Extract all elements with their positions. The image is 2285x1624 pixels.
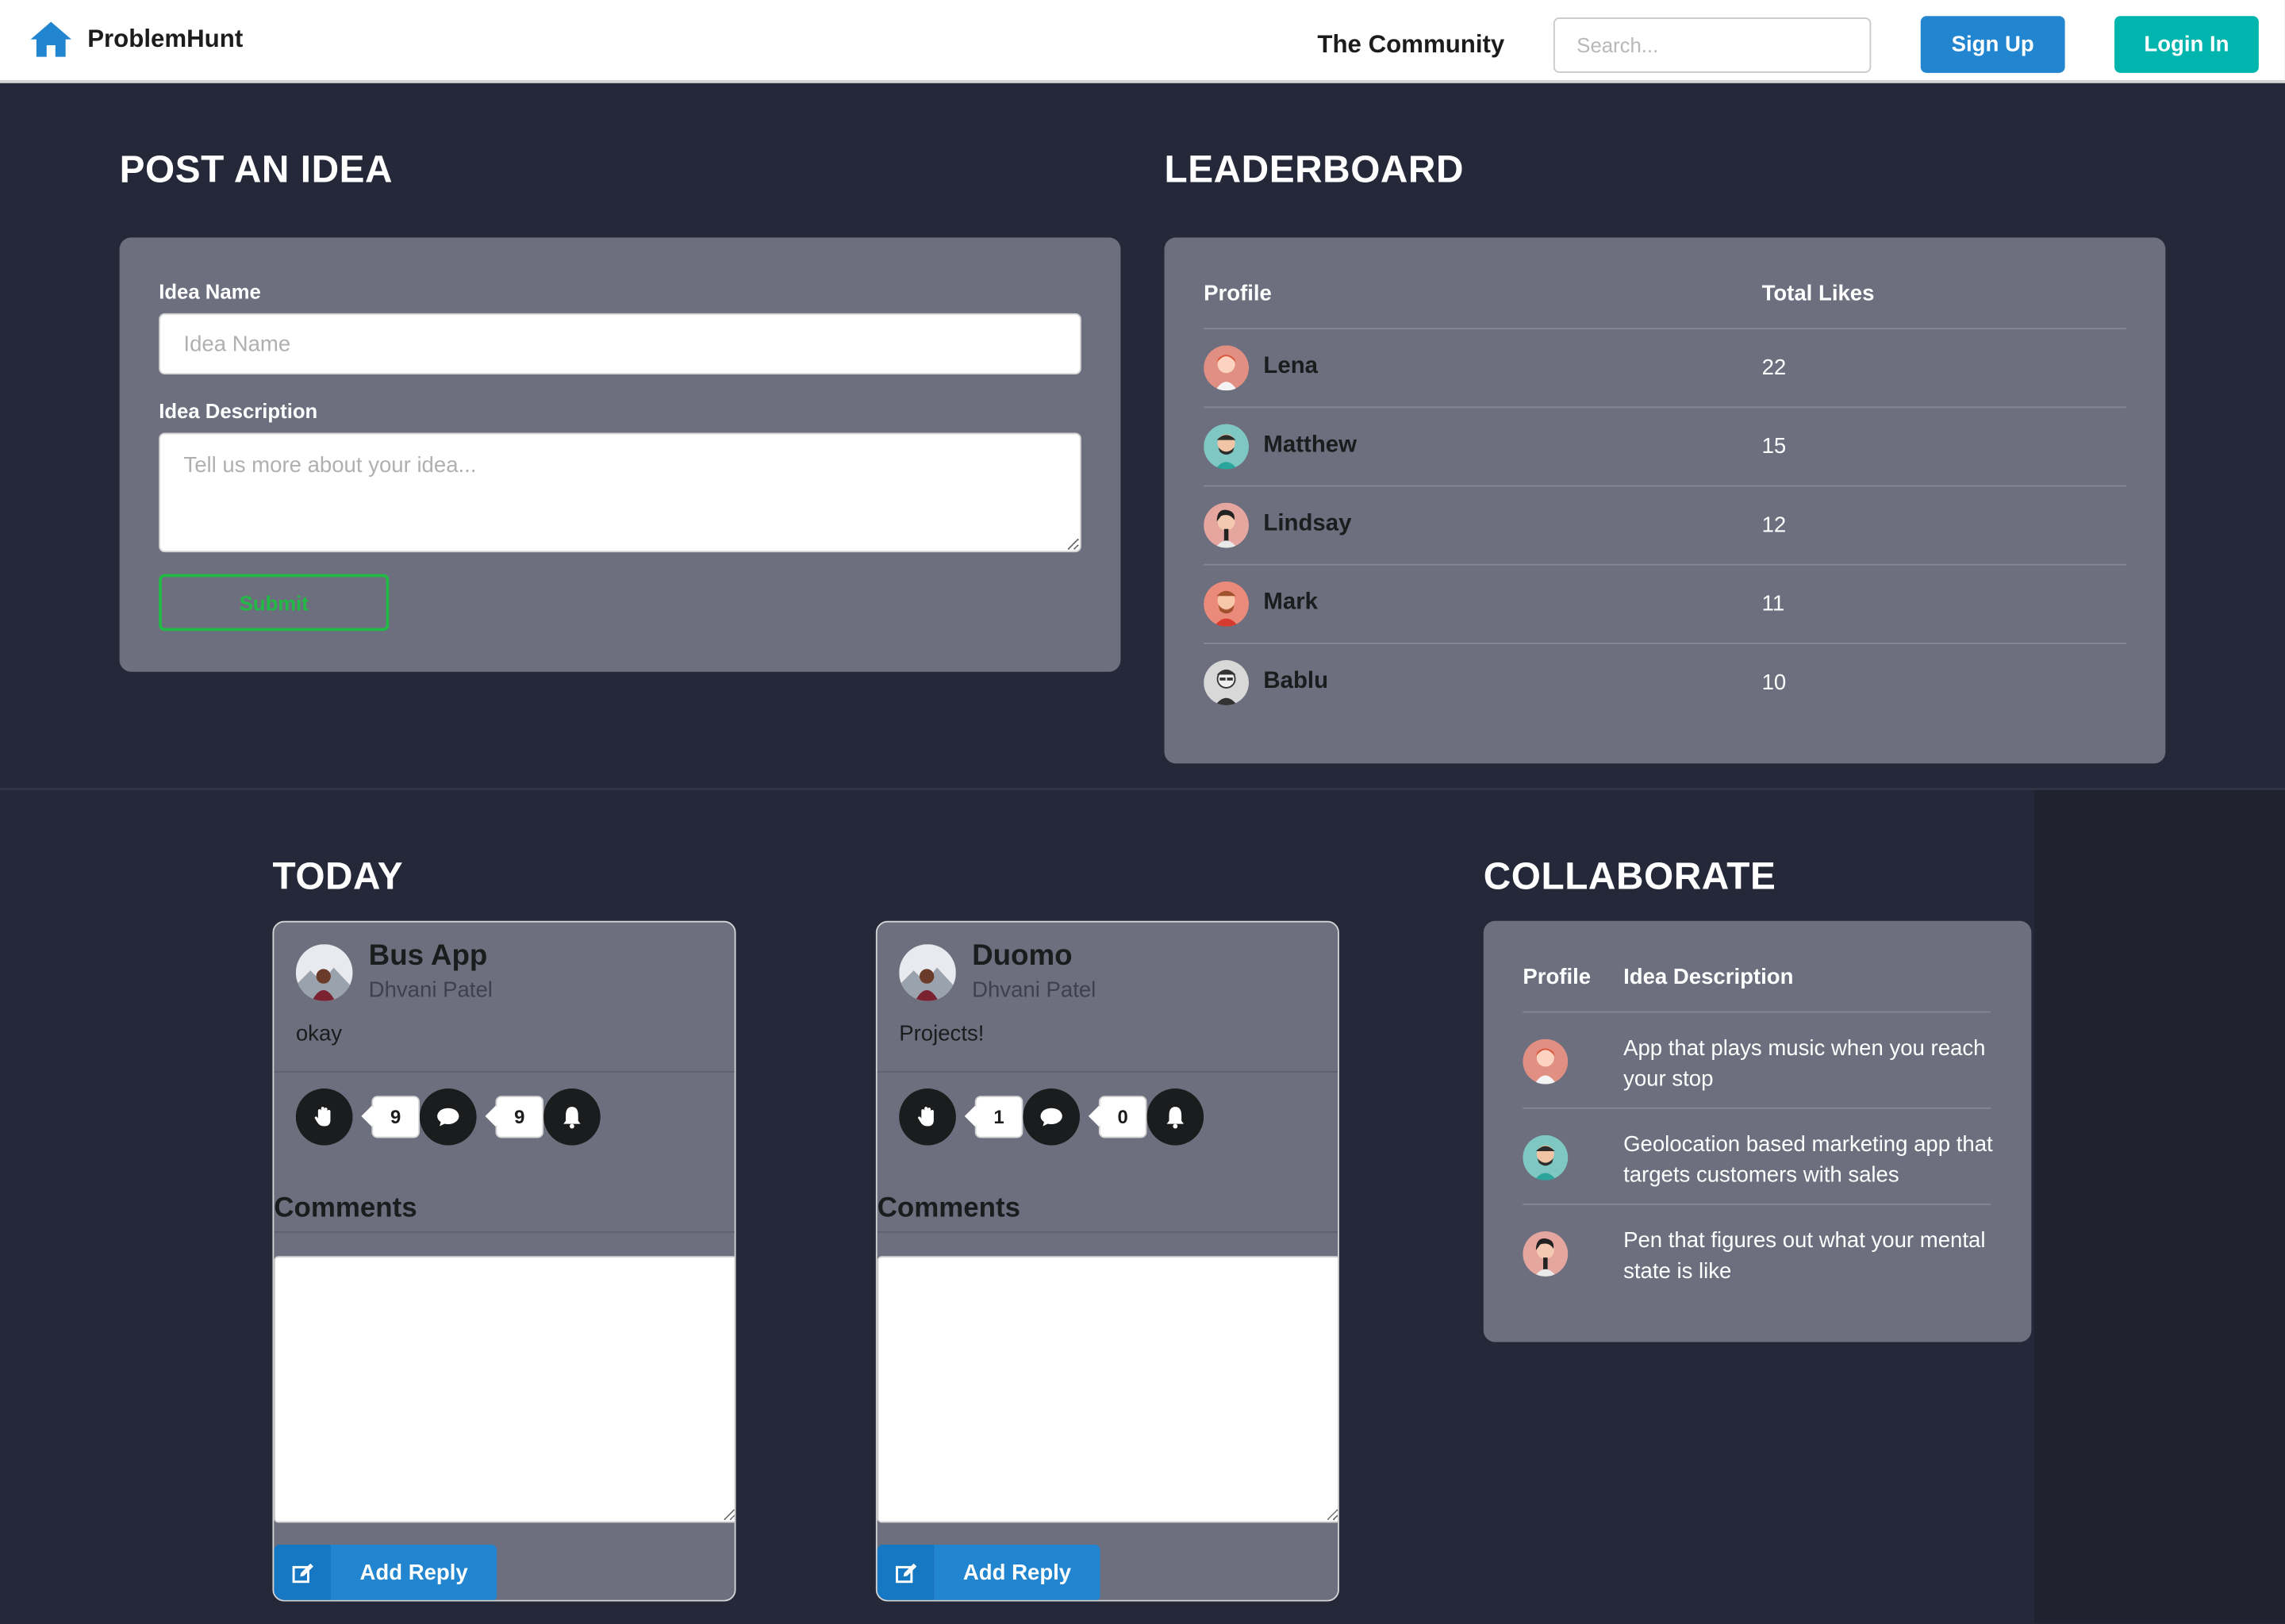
edit-icon (877, 1544, 935, 1600)
comment-textarea[interactable] (274, 1256, 735, 1523)
collaborate-row[interactable]: Geolocation based marketing app that tar… (1523, 1107, 1993, 1204)
idea-card: Duomo Dhvani Patel Projects! 1 0 Comment… (875, 920, 1339, 1602)
leaderboard-name[interactable]: Matthew (1263, 432, 1357, 459)
add-reply-label: Add Reply (330, 1544, 497, 1600)
comments-heading: Comments (877, 1193, 1021, 1224)
avatar (1204, 660, 1250, 705)
leaderboard-row: Bablu 10 (1204, 642, 2126, 721)
hand-icon (314, 1107, 331, 1127)
comment-icon (437, 1108, 459, 1127)
idea-name-input[interactable] (159, 313, 1081, 375)
add-reply-label: Add Reply (934, 1544, 1100, 1600)
collaborate-row[interactable]: Pen that figures out what your mental st… (1523, 1204, 1991, 1300)
like-count: 9 (371, 1096, 420, 1138)
idea-author: Dhvani Patel (368, 977, 493, 1003)
avatar (1204, 424, 1250, 470)
comment-button[interactable] (419, 1088, 477, 1146)
like-count-value: 9 (390, 1106, 401, 1128)
avatar (1204, 581, 1250, 627)
leaderboard-name[interactable]: Lena (1263, 354, 1318, 380)
edit-icon (274, 1544, 331, 1600)
collaborate-description: Geolocation based marketing app that tar… (1623, 1132, 1993, 1188)
leaderboard-likes: 12 (1761, 513, 1787, 538)
comment-count: 0 (1098, 1096, 1147, 1138)
brand-link[interactable]: ProblemHunt (29, 21, 244, 59)
search-input[interactable] (1553, 17, 1872, 73)
avatar (295, 944, 353, 1001)
leaderboard-row: Mark 11 (1204, 563, 2126, 643)
collaborate-row[interactable]: App that plays music when you reach your… (1523, 1011, 1991, 1108)
card-divider (877, 1231, 1338, 1233)
home-icon (30, 21, 71, 57)
card-divider (877, 1070, 1338, 1073)
add-reply-button[interactable]: Add Reply (877, 1544, 1100, 1600)
notify-button[interactable] (543, 1088, 601, 1146)
login-button[interactable]: Login In (2114, 16, 2259, 73)
comments-heading: Comments (274, 1193, 417, 1224)
post-idea-form: Idea Name Idea Description Submit (119, 237, 1121, 672)
leaderboard-likes: 10 (1761, 670, 1787, 696)
signup-button[interactable]: Sign Up (1920, 16, 2065, 73)
leaderboard-likes: 11 (1761, 591, 1785, 616)
avatar (1523, 1231, 1569, 1277)
collaborate-description: App that plays music when you reach your… (1623, 1035, 1986, 1092)
idea-description: okay (295, 1021, 343, 1046)
idea-author: Dhvani Patel (972, 977, 1096, 1003)
collaborate-title: COLLABORATE (1483, 854, 1776, 898)
leaderboard-name[interactable]: Mark (1263, 590, 1318, 616)
collaborate-col-description: Idea Description (1623, 964, 1794, 990)
idea-description-label: Idea Description (159, 399, 318, 423)
comment-button[interactable] (1023, 1088, 1080, 1146)
leaderboard-row: Lindsay 12 (1204, 485, 2126, 564)
leaderboard-title: LEADERBOARD (1164, 147, 1465, 191)
comment-icon (1040, 1108, 1062, 1127)
leaderboard-name[interactable]: Bablu (1263, 669, 1328, 695)
leaderboard-col-profile: Profile (1204, 281, 1272, 306)
leaderboard-likes: 15 (1761, 434, 1787, 459)
brand-name: ProblemHunt (87, 25, 244, 53)
leaderboard-table: Profile Total Likes Lena 22 Matthew 15 L… (1164, 237, 2166, 764)
side-gutter (2034, 789, 2285, 1624)
comment-count: 9 (495, 1096, 544, 1138)
collaborate-col-profile: Profile (1523, 964, 1592, 990)
avatar (1204, 502, 1250, 548)
section-divider (0, 788, 2285, 790)
add-reply-button[interactable]: Add Reply (274, 1544, 497, 1600)
top-navbar: ProblemHunt The Community Sign Up Login … (0, 0, 2285, 83)
bell-icon (563, 1107, 581, 1129)
avatar (899, 944, 956, 1001)
card-divider (274, 1070, 735, 1073)
leaderboard-row: Lena 22 (1204, 328, 2126, 406)
idea-title[interactable]: Bus App (369, 940, 488, 973)
leaderboard-name[interactable]: Lindsay (1263, 512, 1351, 538)
comment-count-value: 9 (514, 1106, 525, 1128)
avatar (1204, 345, 1250, 391)
idea-name-label: Idea Name (159, 279, 261, 304)
leaderboard-row: Matthew 15 (1204, 406, 2126, 485)
idea-description-input[interactable] (159, 432, 1081, 553)
collaborate-description: Pen that figures out what your mental st… (1623, 1228, 1986, 1284)
avatar (1523, 1134, 1569, 1181)
card-divider (274, 1231, 735, 1233)
notify-button[interactable] (1146, 1088, 1204, 1146)
today-title: TODAY (272, 854, 404, 898)
nav-community-link[interactable]: The Community (1317, 31, 1504, 60)
like-count: 1 (974, 1096, 1023, 1138)
like-count-value: 1 (993, 1106, 1004, 1128)
post-idea-title: POST AN IDEA (119, 147, 394, 191)
leaderboard-col-likes: Total Likes (1761, 281, 1875, 306)
idea-description: Projects! (899, 1021, 985, 1046)
avatar (1523, 1039, 1569, 1085)
comment-count-value: 0 (1117, 1106, 1128, 1128)
idea-card: Bus App Dhvani Patel okay 9 9 Comments A… (272, 920, 736, 1602)
like-button[interactable] (899, 1088, 956, 1146)
idea-title[interactable]: Duomo (972, 940, 1073, 973)
bell-icon (1166, 1107, 1185, 1129)
comment-textarea[interactable] (877, 1256, 1338, 1523)
like-button[interactable] (295, 1088, 353, 1146)
hand-icon (918, 1107, 934, 1127)
collaborate-table: Profile Idea Description App that plays … (1483, 920, 2032, 1342)
submit-button[interactable]: Submit (159, 574, 390, 632)
leaderboard-likes: 22 (1761, 355, 1787, 381)
